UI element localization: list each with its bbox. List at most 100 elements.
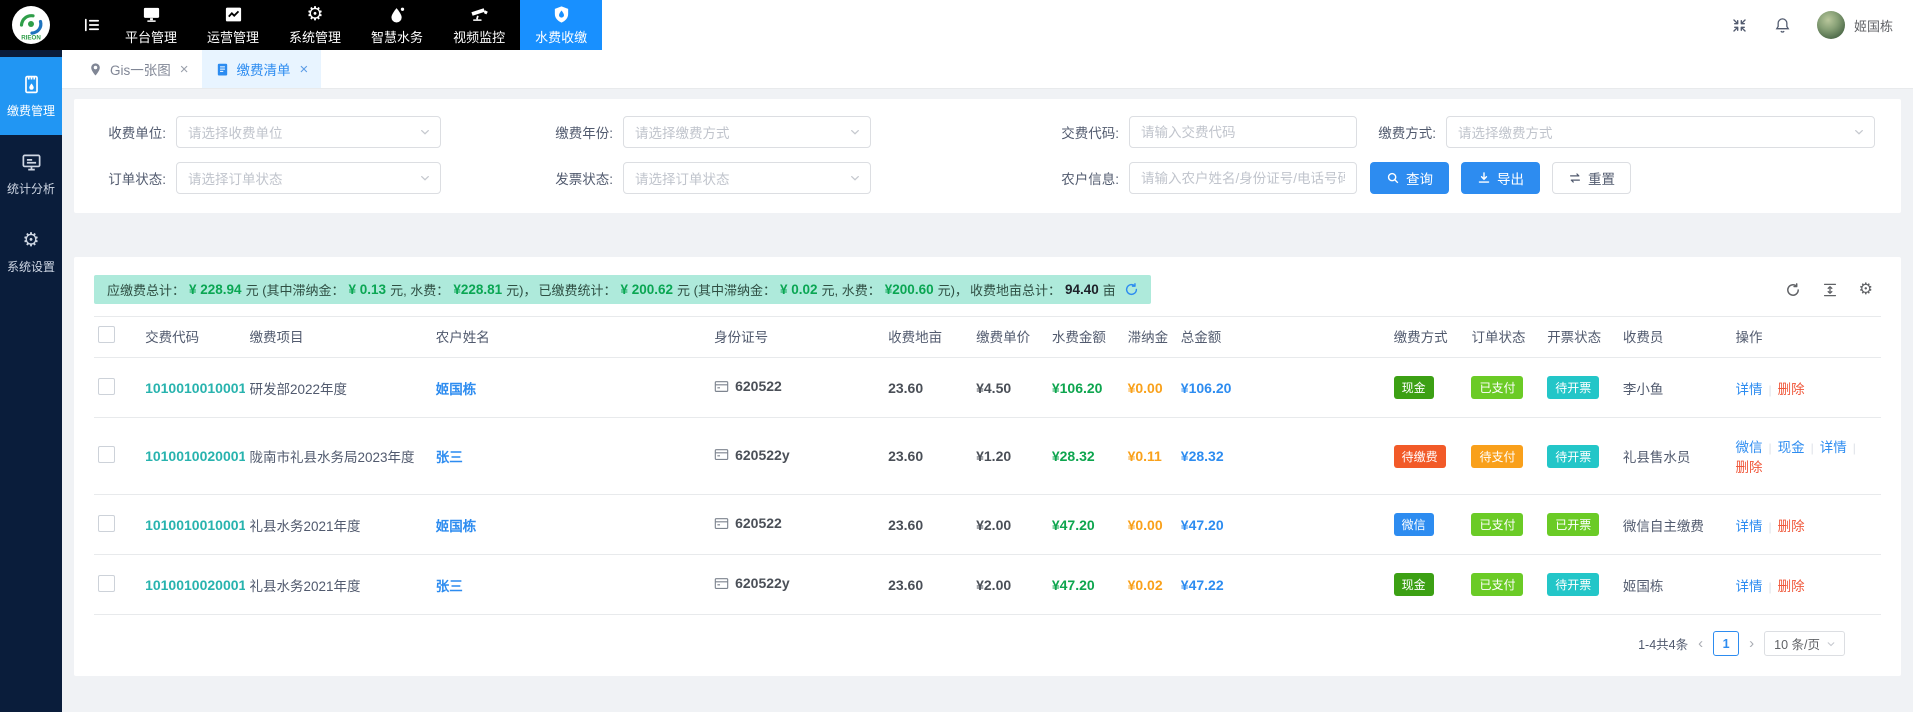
id-number: 620522y: [714, 447, 790, 463]
refresh-icon[interactable]: [1124, 282, 1139, 297]
search-button[interactable]: 查询: [1370, 162, 1449, 194]
farmer-info-input[interactable]: [1129, 162, 1357, 194]
table-panel: 应缴费总计：¥ 228.94元 (其中滞纳金：¥ 0.13元, 水费：¥228.…: [74, 257, 1901, 676]
unit-select[interactable]: 请选择收费单位: [176, 116, 441, 148]
filter-label: 缴费方式:: [1370, 122, 1436, 142]
farmer-name-link[interactable]: 张三: [436, 579, 463, 594]
water-fee: ¥106.20: [1052, 380, 1103, 396]
pay-method-badge: 待缴费: [1394, 445, 1446, 468]
export-button[interactable]: 导出: [1461, 162, 1540, 194]
sidebar-item-1[interactable]: 统计分析: [0, 135, 62, 213]
chevron-down-icon: [1852, 125, 1866, 139]
username: 姬国栋: [1854, 16, 1893, 35]
top-menu-item-5[interactable]: 水费收缴: [520, 0, 602, 50]
action-primary-link[interactable]: 现金: [1778, 440, 1805, 455]
late-fee: ¥0.11: [1128, 448, 1162, 464]
select-placeholder: 请选择缴费方式: [635, 122, 848, 142]
pay-code-link[interactable]: 1010010020001: [145, 448, 245, 464]
tab-label: 缴费清单: [237, 59, 291, 79]
action-primary-link[interactable]: 详情: [1736, 519, 1763, 534]
summary-amount: ¥200.60: [885, 282, 934, 297]
top-menu-item-3[interactable]: 智慧水务: [356, 0, 438, 50]
year-select[interactable]: 请选择缴费方式: [623, 116, 871, 148]
invoice-status-badge: 待开票: [1547, 573, 1599, 596]
next-page-button[interactable]: ›: [1749, 636, 1754, 651]
order-status-select[interactable]: 请选择订单状态: [176, 162, 441, 194]
area-value: 23.60: [888, 517, 923, 533]
column-header: 总金额: [1177, 317, 1390, 358]
search-icon: [1386, 171, 1400, 185]
separator: |: [1769, 383, 1772, 397]
farmer-name-link[interactable]: 姬国栋: [436, 519, 477, 534]
map-pin-icon: [88, 62, 103, 77]
farmer-name-link[interactable]: 姬国栋: [436, 382, 477, 397]
action-primary-link[interactable]: 详情: [1736, 382, 1763, 397]
select-all-checkbox[interactable]: [98, 326, 115, 343]
top-menu: 平台管理运营管理⚙系统管理智慧水务视频监控水费收缴: [62, 0, 602, 50]
pay-method-badge: 现金: [1394, 573, 1434, 596]
collapse-menu-button[interactable]: [74, 0, 110, 50]
pagination-total: 1-4共4条: [1638, 634, 1688, 653]
close-icon[interactable]: ×: [300, 61, 309, 78]
action-primary-link[interactable]: 微信: [1736, 440, 1763, 455]
pay-code-link[interactable]: 1010010010001: [145, 517, 245, 533]
action-danger-link[interactable]: 删除: [1778, 519, 1805, 534]
sidebar-item-2[interactable]: ⚙ 系统设置: [0, 213, 62, 291]
code-input[interactable]: [1129, 116, 1357, 148]
action-danger-link[interactable]: 删除: [1778, 579, 1805, 594]
pay-code-link[interactable]: 1010010020001: [145, 577, 245, 593]
top-menu-item-0[interactable]: 平台管理: [110, 0, 192, 50]
reset-button[interactable]: 重置: [1552, 162, 1631, 194]
top-menu-item-1[interactable]: 运营管理: [192, 0, 274, 50]
row-checkbox[interactable]: [98, 515, 115, 532]
page-size-select[interactable]: 10 条/页: [1764, 631, 1845, 656]
sidebar-item-label: 系统设置: [7, 258, 55, 275]
row-checkbox[interactable]: [98, 575, 115, 592]
action-danger-link[interactable]: 删除: [1778, 382, 1805, 397]
column-header: 交费代码: [141, 317, 245, 358]
fullscreen-icon[interactable]: [1731, 17, 1748, 34]
column-header: 订单状态: [1467, 317, 1543, 358]
farmer-name-link[interactable]: 张三: [436, 450, 463, 465]
column-header: 滞纳金: [1124, 317, 1177, 358]
top-menu-item-2[interactable]: ⚙系统管理: [274, 0, 356, 50]
menu-label: 水费收缴: [535, 27, 587, 46]
row-checkbox[interactable]: [98, 378, 115, 395]
top-menu-item-4[interactable]: 视频监控: [438, 0, 520, 50]
avatar: [1817, 11, 1845, 39]
collector-name: 姬国栋: [1623, 579, 1664, 594]
filter-field: 缴费年份:请选择缴费方式: [547, 116, 1053, 148]
refresh-icon[interactable]: [1785, 282, 1801, 298]
select-placeholder: 请选择订单状态: [635, 168, 848, 188]
summary-label: 元 (其中滞纳金：: [677, 280, 776, 299]
collector-name: 礼县售水员: [1623, 450, 1691, 465]
order-status-badge: 已支付: [1471, 573, 1523, 596]
column-header: 收费员: [1619, 317, 1732, 358]
invoice-status-select[interactable]: 请选择订单状态: [623, 162, 871, 194]
row-checkbox[interactable]: [98, 446, 115, 463]
settings-gear-icon: ⚙: [21, 230, 42, 251]
prev-page-button[interactable]: ‹: [1698, 636, 1703, 651]
pay-method-select[interactable]: 请选择缴费方式: [1446, 116, 1875, 148]
logo-mark: RIEON: [11, 5, 51, 45]
monitor-icon: [142, 5, 161, 24]
pay-code-link[interactable]: 1010010010001: [145, 380, 245, 396]
tab-1[interactable]: 缴费清单 ×: [202, 50, 322, 88]
sidebar-item-0[interactable]: 缴费管理: [0, 57, 62, 135]
table-row: 1010010010001研发部2022年度姬国栋62052223.60¥4.5…: [94, 358, 1881, 418]
tab-0[interactable]: Gis一张图×: [75, 50, 202, 88]
table-gear-icon[interactable]: ⚙: [1859, 282, 1873, 298]
row-height-icon[interactable]: [1822, 282, 1838, 298]
current-page[interactable]: 1: [1713, 631, 1739, 656]
action-primary-link[interactable]: 详情: [1820, 440, 1847, 455]
chevron-down-icon: [418, 125, 432, 139]
user-menu[interactable]: 姬国栋: [1817, 11, 1893, 39]
top-menu-items: 平台管理运营管理⚙系统管理智慧水务视频监控水费收缴: [110, 0, 602, 50]
area-value: 23.60: [888, 577, 923, 593]
action-danger-link[interactable]: 删除: [1736, 460, 1763, 475]
bell-icon[interactable]: [1774, 17, 1791, 34]
table-body: 1010010010001研发部2022年度姬国栋62052223.60¥4.5…: [94, 358, 1881, 615]
action-primary-link[interactable]: 详情: [1736, 579, 1763, 594]
close-icon[interactable]: ×: [180, 61, 189, 78]
late-fee: ¥0.00: [1128, 380, 1163, 396]
